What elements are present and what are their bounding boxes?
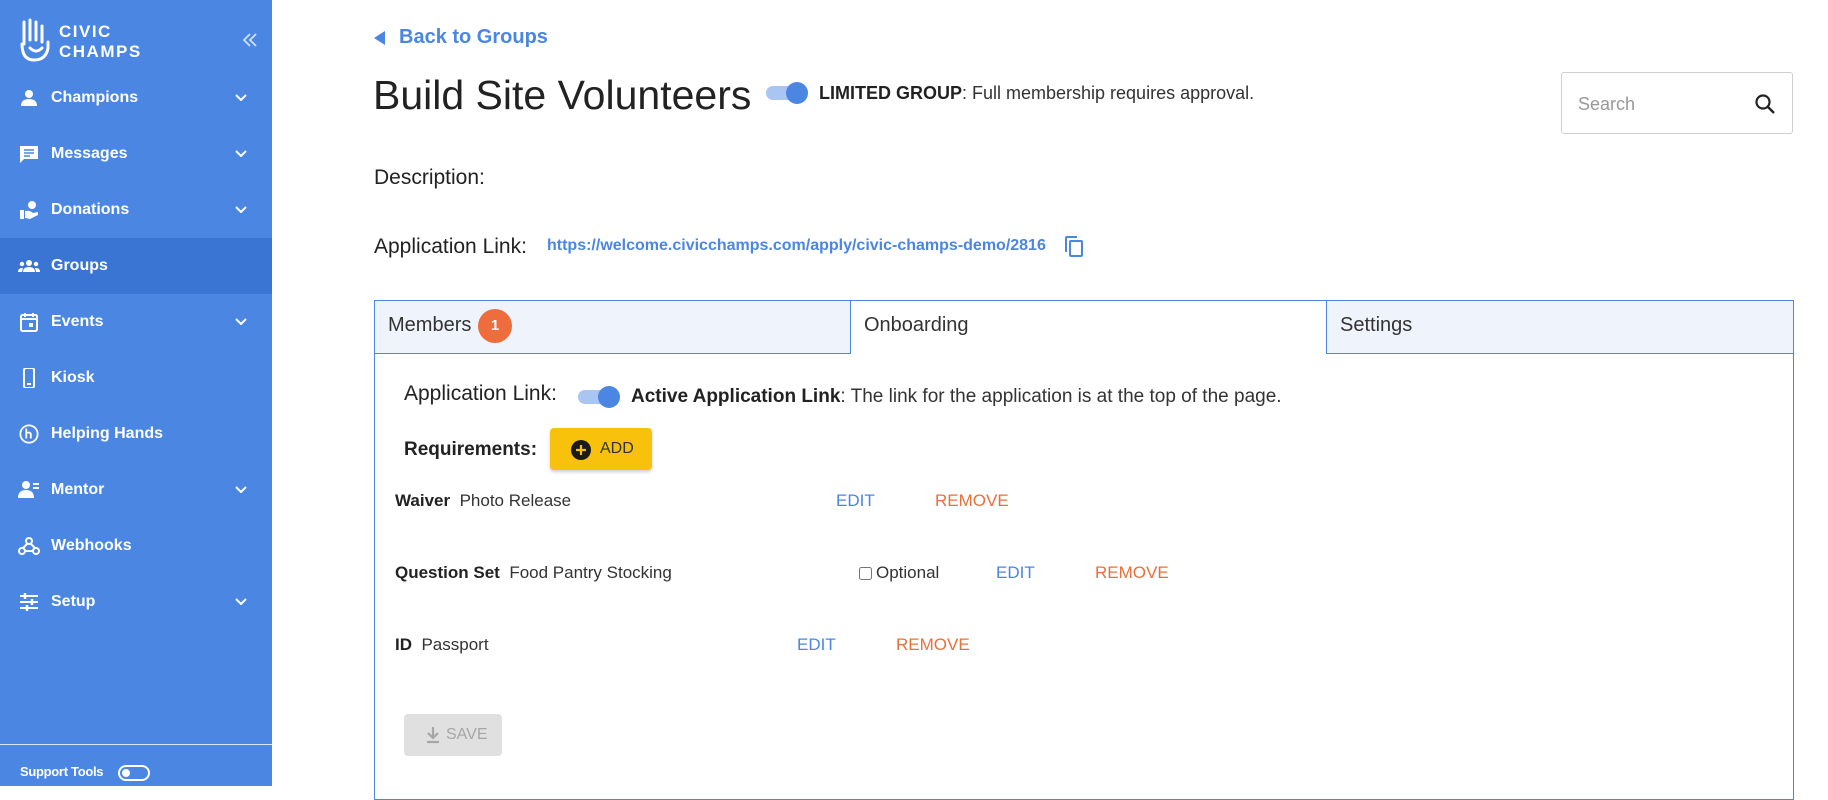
sidebar-item-label: Groups [51,257,108,274]
application-link-url[interactable]: https://welcome.civicchamps.com/apply/ci… [547,237,1046,255]
save-button-label: SAVE [446,726,488,743]
edit-waiver-button[interactable]: EDIT [836,491,875,511]
search-icon[interactable] [1754,93,1776,115]
requirement-type: ID [395,635,412,654]
sidebar: CIVIC CHAMPS Champions Messages Donation… [0,0,272,786]
person-icon [21,90,37,106]
donation-hand-icon [20,201,38,219]
sliders-icon [20,593,38,611]
requirement-type: Question Set [395,563,500,582]
webhook-icon [18,537,40,555]
groups-icon [18,260,40,272]
remove-id-button[interactable]: REMOVE [896,635,970,655]
sidebar-item-donations[interactable]: Donations [0,182,272,238]
tab-label: Settings [1340,314,1413,336]
sidebar-item-groups[interactable]: Groups [0,238,272,294]
add-button-label: ADD [600,440,634,457]
back-link-label: Back to Groups [399,26,548,48]
mentor-icon [18,481,39,498]
limited-group-toggle[interactable] [766,82,808,104]
optional-label: Optional [876,563,940,582]
search-box [1561,72,1793,134]
requirement-type: Waiver [395,491,451,510]
limited-group-description: LIMITED GROUP: Full membership requires … [819,83,1255,103]
active-application-link-toggle[interactable] [578,386,620,408]
download-icon [427,727,439,744]
toggle-knob [598,386,620,408]
sidebar-item-label: Webhooks [51,537,132,554]
copy-icon[interactable] [1063,235,1085,259]
remove-question-set-button[interactable]: REMOVE [1095,563,1169,583]
collapse-sidebar-icon[interactable] [240,30,260,50]
sidebar-item-events[interactable]: Events [0,294,272,350]
requirement-name: Food Pantry Stocking [509,563,672,582]
requirement-name: Passport [421,635,489,654]
hand-logo-icon [20,18,50,62]
chevron-down-icon [235,94,247,102]
calendar-icon [20,313,38,332]
back-arrow-icon [374,30,385,45]
optional-checkbox-group[interactable]: Optional [859,563,939,583]
onboarding-application-link-label: Application Link: [404,382,557,405]
tab-members[interactable]: Members 1 [374,300,851,354]
phone-icon [23,368,35,388]
onboarding-panel [374,300,1794,800]
tab-settings[interactable]: Settings [1326,300,1794,354]
sidebar-item-webhooks[interactable]: Webhooks [0,518,272,574]
requirements-label: Requirements: [404,439,538,460]
sidebar-item-label: Messages [51,145,128,162]
tab-label: Onboarding [864,314,969,336]
sidebar-item-label: Setup [51,593,96,610]
sidebar-item-label: Kiosk [51,369,95,386]
chevron-down-icon [235,486,247,494]
support-tools-label: Support Tools [20,764,104,779]
tab-label: Members [388,314,472,336]
chevron-down-icon [235,598,247,606]
add-circle-icon [571,440,591,460]
sidebar-item-helping-hands[interactable]: Helping Hands [0,406,272,462]
sidebar-item-messages[interactable]: Messages [0,126,272,182]
sidebar-item-label: Events [51,313,104,330]
support-tools-toggle[interactable] [118,765,150,781]
sidebar-item-setup[interactable]: Setup [0,574,272,630]
page-title: Build Site Volunteers [373,72,752,118]
save-button[interactable]: SAVE [404,714,502,756]
search-input[interactable] [1576,89,1750,119]
sidebar-item-label: Donations [51,201,130,218]
requirement-row: Question Set Food Pantry Stocking [395,563,672,589]
remove-waiver-button[interactable]: REMOVE [935,491,1009,511]
members-count-badge: 1 [478,309,512,343]
chevron-down-icon [235,206,247,214]
toggle-knob [786,82,808,104]
edit-id-button[interactable]: EDIT [797,635,836,655]
requirement-row: Waiver Photo Release [395,491,571,517]
back-to-groups-link[interactable]: Back to Groups [374,26,548,49]
sidebar-item-mentor[interactable]: Mentor [0,462,272,518]
tab-onboarding[interactable]: Onboarding [850,300,1327,354]
sidebar-item-label: Champions [51,89,139,106]
sidebar-item-label: Helping Hands [51,425,164,442]
chevron-down-icon [235,318,247,326]
sidebar-item-champions[interactable]: Champions [0,70,272,126]
application-link-label: Application Link: [374,235,527,258]
chevron-down-icon [235,150,247,158]
requirement-name: Photo Release [459,491,572,510]
add-requirement-button[interactable]: ADD [550,428,652,470]
brand-name: CIVIC CHAMPS [59,22,142,61]
sidebar-item-kiosk[interactable]: Kiosk [0,350,272,406]
chat-icon [20,146,38,163]
optional-checkbox[interactable] [859,566,872,580]
civic-champs-logo[interactable]: CIVIC CHAMPS [18,18,148,64]
edit-question-set-button[interactable]: EDIT [996,563,1035,583]
helping-hands-icon [19,424,39,444]
description-label: Description: [374,166,485,189]
sidebar-divider [0,744,272,745]
requirement-row: ID Passport [395,635,489,661]
active-application-link-description: Active Application Link: The link for th… [631,386,1282,407]
sidebar-item-label: Mentor [51,481,105,498]
